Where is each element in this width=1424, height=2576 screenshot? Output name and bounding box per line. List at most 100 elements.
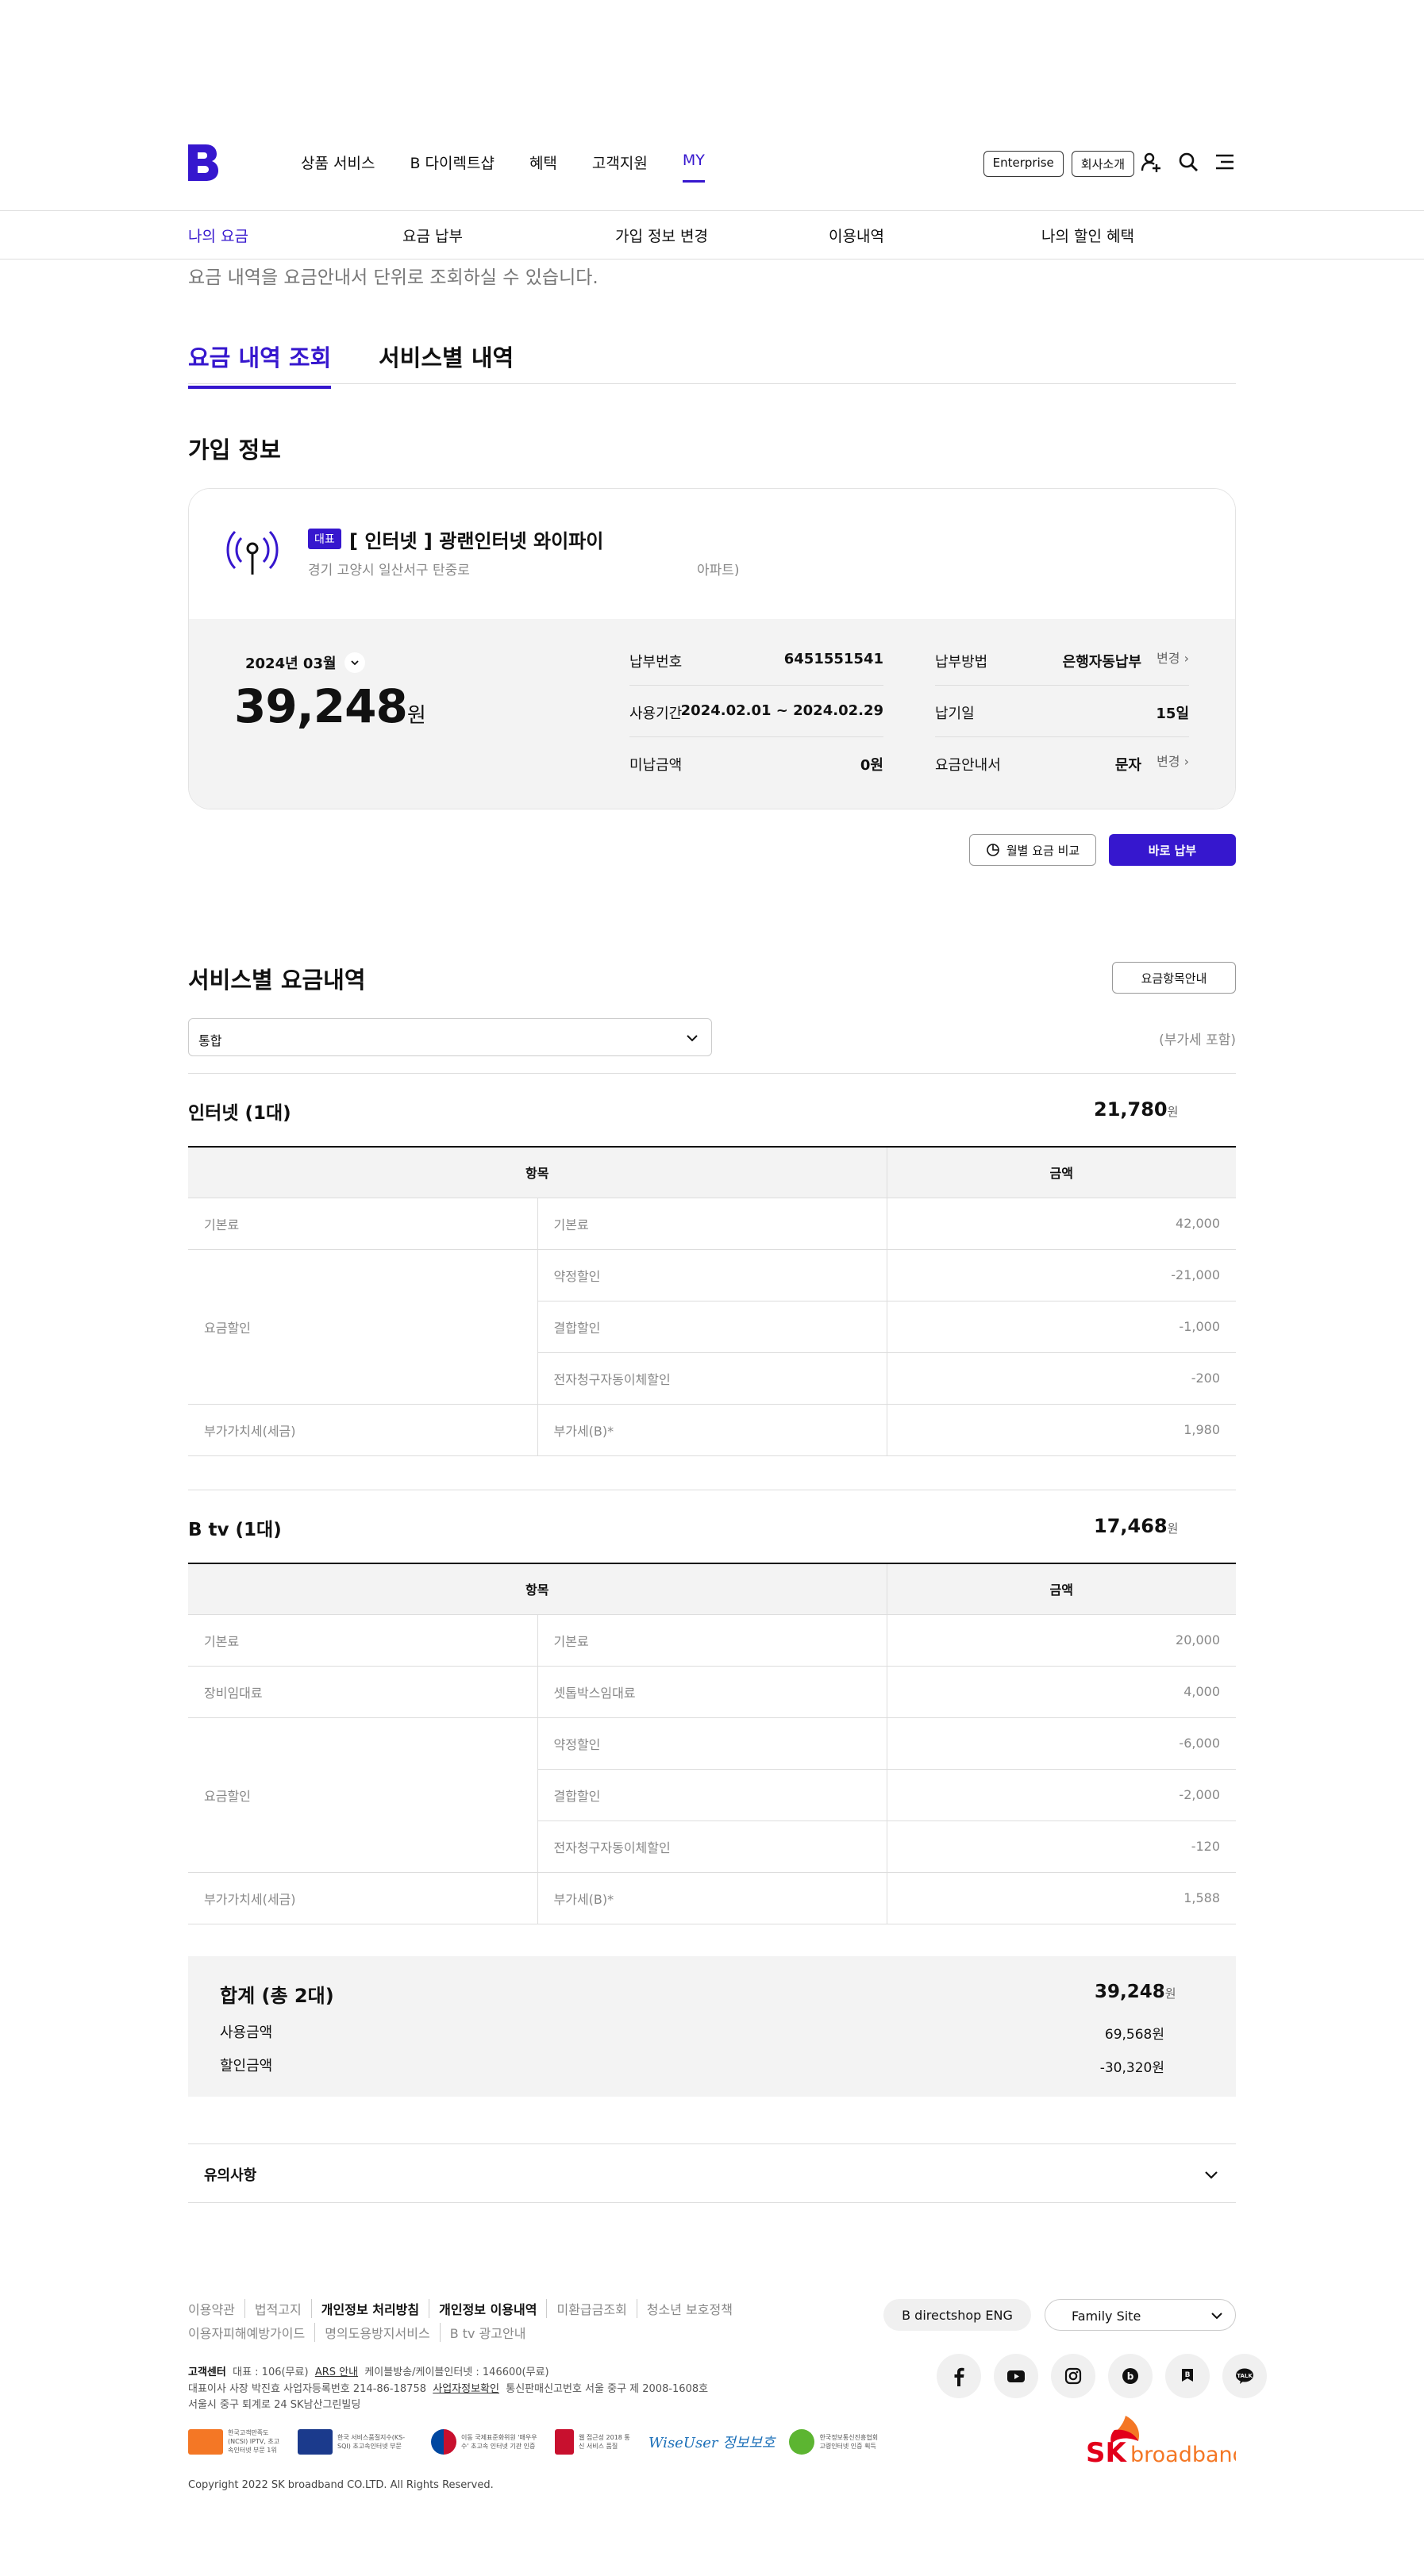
cert-wiseuser: WiseUser 정보보호 — [648, 2432, 775, 2452]
col-item: 항목 — [188, 1563, 887, 1615]
kait-logo-icon — [789, 2428, 815, 2455]
lnb-payment[interactable]: 요금 납부 — [402, 225, 463, 246]
service-address-tail: 아파트) — [697, 563, 740, 579]
main-nav: 상품 서비스 B 다이렉트샵 혜택 고객지원 MY — [301, 152, 705, 183]
cert-kait: 한국정보통신진흥협회 고령인터넷 인증 획득 — [789, 2428, 883, 2455]
cert-label: 이동 국제표준화위원 '매우우수' 초고속 인터넷 기관 인증 — [461, 2433, 537, 2450]
row-item: 전자청구자동이체할인 — [537, 1821, 887, 1873]
row-item: 결합할인 — [537, 1301, 887, 1353]
group-btv-title: B tv (1대) — [188, 1520, 282, 1540]
row-amount: -2,000 — [886, 1769, 1236, 1821]
chevron-down-icon[interactable] — [344, 652, 365, 673]
cert-label: 웹 접근성 2018 통신 서비스 품질 — [579, 2433, 630, 2450]
service-name: [ 인터넷 ] 광랜인터넷 와이파이 — [349, 530, 604, 552]
nav-products[interactable]: 상품 서비스 — [301, 152, 375, 173]
change-label: 변경 — [1157, 754, 1180, 769]
enterprise-button[interactable]: Enterprise — [983, 151, 1064, 177]
table-row: 부가가치세(세금) 부가세(B)* 1,980 — [188, 1404, 1236, 1456]
change-payment-method-link[interactable]: 변경 › — [1157, 648, 1189, 667]
directshop-eng-button[interactable]: B directshop ENG — [883, 2299, 1031, 2331]
nav-benefits[interactable]: 혜택 — [529, 152, 557, 173]
table-row: 요금할인 약정할인 -6,000 — [188, 1717, 1236, 1873]
bill-amount-value: 39,248 — [234, 679, 408, 733]
row-item: 기본료 — [537, 1614, 887, 1667]
info-value: 6451551541 — [783, 651, 883, 667]
total-title: 합계 (총 2대) — [220, 1985, 334, 2007]
search-icon[interactable] — [1177, 151, 1199, 173]
menu-icon[interactable] — [1214, 151, 1236, 173]
lnb-my-bill[interactable]: 나의 요금 — [188, 225, 248, 246]
footer-link-identity-theft[interactable]: 명의도용방지서비스 — [314, 2323, 439, 2342]
footer-link-refund[interactable]: 미환급금조회 — [546, 2299, 636, 2318]
change-bill-guide-link[interactable]: 변경 › — [1157, 751, 1189, 770]
user-add-icon[interactable] — [1141, 151, 1163, 173]
info-label: 납부방법 — [935, 654, 988, 671]
youtube-icon[interactable] — [994, 2354, 1038, 2398]
svg-text:SK: SK — [1086, 2437, 1127, 2468]
intro-text: 요금 내역을 요금안내서 단위로 조회하실 수 있습니다. — [188, 267, 598, 288]
nav-my[interactable]: MY — [682, 152, 705, 183]
footer-link-privacy-usage[interactable]: 개인정보 이용내역 — [429, 2299, 546, 2318]
row-amount: -6,000 — [886, 1717, 1236, 1770]
row-amount: 4,000 — [886, 1666, 1236, 1718]
facebook-icon[interactable] — [937, 2354, 981, 2398]
footer-link-terms[interactable]: 이용약관 — [188, 2299, 244, 2318]
info-row-unpaid: 미납금액 0원 — [629, 738, 883, 789]
talk-icon[interactable]: TALK — [1222, 2354, 1267, 2398]
info-row-payment-number: 납부번호 6451551541 — [629, 635, 883, 686]
total-amount-value: 39,248 — [1095, 1982, 1165, 2002]
post-icon[interactable]: B — [1165, 2354, 1210, 2398]
ars-link[interactable]: ARS 안내 — [315, 2366, 358, 2378]
bill-item-guide-button[interactable]: 요금항목안내 — [1112, 962, 1236, 994]
won-unit: 원 — [1167, 1105, 1179, 1119]
info-value: 은행자동납부 — [1062, 654, 1141, 671]
monthly-compare-button[interactable]: 월별 요금 비교 — [969, 834, 1096, 866]
month-selector[interactable]: 2024년 03월 — [245, 652, 365, 673]
wiseuser-logo-icon: WiseUser 정보보호 — [648, 2434, 776, 2451]
family-site-select[interactable]: Family Site — [1045, 2299, 1236, 2331]
info-row-usage-period: 사용기간 2024.02.01 ~ 2024.02.29 — [629, 686, 883, 737]
tab-service-history[interactable]: 서비스별 내역 — [379, 340, 514, 373]
sk-broadband-logo-icon: SK broadband — [1086, 2416, 1236, 2468]
cable-number: 케이블방송/케이블인터넷 : 146600(무료) — [364, 2366, 549, 2378]
lnb-discount-benefits[interactable]: 나의 할인 혜택 — [1041, 225, 1134, 246]
row-item: 약정할인 — [537, 1249, 887, 1301]
b-logo-icon[interactable] — [188, 144, 218, 181]
company-button[interactable]: 회사소개 — [1071, 151, 1134, 177]
won-unit: 원 — [1167, 1521, 1179, 1536]
family-site-label: Family Site — [1072, 2309, 1141, 2324]
info-label: 사용기간 — [629, 706, 683, 722]
lnb-usage-history[interactable]: 이용내역 — [829, 225, 884, 246]
svg-text:b: b — [1127, 2371, 1134, 2382]
footer-link-legal[interactable]: 법적고지 — [244, 2299, 311, 2318]
info-label: 납부번호 — [629, 654, 683, 671]
instagram-icon[interactable] — [1051, 2354, 1095, 2398]
svg-text:TALK: TALK — [1237, 2373, 1253, 2379]
footer-link-btv-ad[interactable]: B tv 광고안내 — [439, 2323, 536, 2342]
info-label: 미납금액 — [629, 757, 683, 774]
notice-accordion[interactable]: 유의사항 — [188, 2143, 1236, 2203]
row-amount: 1,980 — [886, 1404, 1236, 1456]
nav-support[interactable]: 고객지원 — [592, 152, 648, 173]
row-amount: -200 — [886, 1352, 1236, 1405]
biz-info-link[interactable]: 사업자정보확인 — [433, 2383, 499, 2395]
blog-icon[interactable]: b — [1108, 2354, 1153, 2398]
divider — [188, 1073, 1236, 1074]
tab-bill-inquiry[interactable]: 요금 내역 조회 — [188, 340, 332, 389]
svg-text:B: B — [1185, 2371, 1191, 2379]
footer-link-privacy[interactable]: 개인정보 처리방침 — [310, 2299, 429, 2318]
service-select[interactable]: 통합 — [188, 1018, 712, 1056]
nav-directshop[interactable]: B 다이렉트샵 — [410, 152, 494, 173]
group-amount-value: 17,468 — [1094, 1515, 1168, 1537]
internet-bill-table: 항목 금액 기본료 기본료 42,000 요금할인 약정할인 -21,000 결… — [188, 1146, 1236, 1456]
sub-nav: 나의 요금 요금 납부 가입 정보 변경 이용내역 나의 할인 혜택 — [188, 210, 1236, 258]
biz-info-2: 통신판매신고번호 서울 중구 제 2008-1608호 — [506, 2383, 709, 2395]
footer-link-youth[interactable]: 청소년 보호정책 — [636, 2299, 742, 2318]
total-amount: 39,248원 — [1095, 1982, 1176, 2002]
row-amount: 20,000 — [886, 1614, 1236, 1667]
pay-now-button[interactable]: 바로 납부 — [1109, 834, 1236, 866]
footer-link-damage-guide[interactable]: 이용자피해예방가이드 — [188, 2323, 314, 2342]
cert-korea: 이동 국제표준화위원 '매우우수' 초고속 인터넷 기관 인증 — [431, 2428, 541, 2455]
lnb-join-info-change[interactable]: 가입 정보 변경 — [615, 225, 708, 246]
row-category: 장비임대료 — [188, 1666, 537, 1718]
